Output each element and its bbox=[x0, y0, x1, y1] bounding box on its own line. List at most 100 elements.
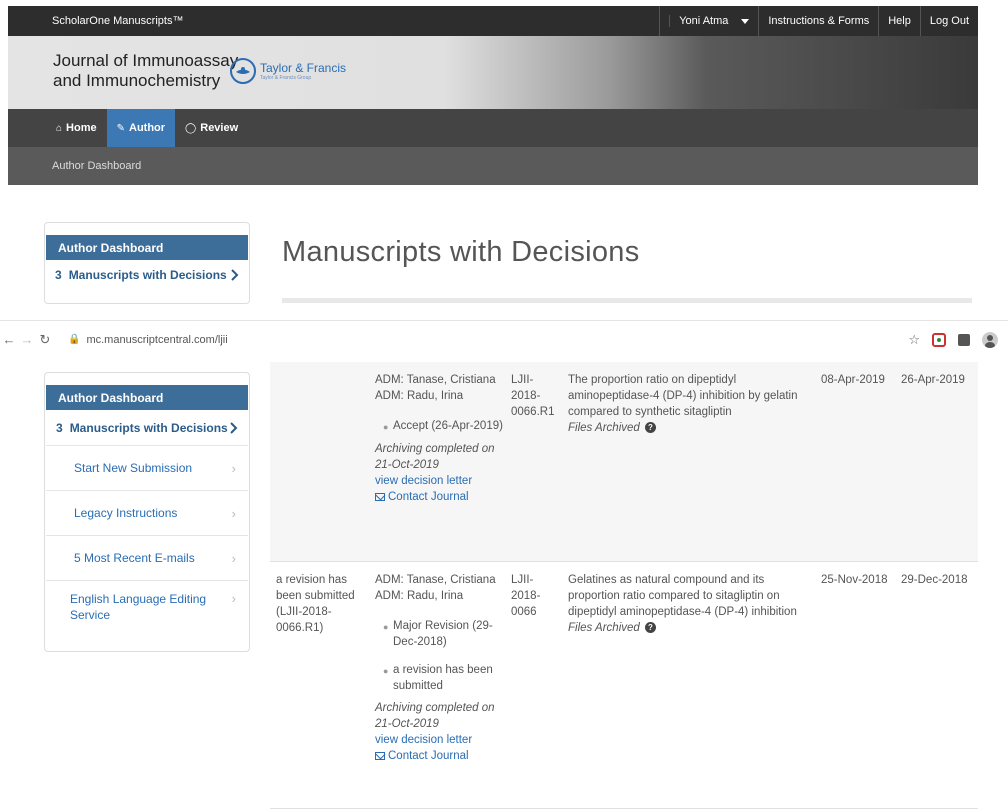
view-decision-letter-link[interactable]: view decision letter bbox=[375, 732, 505, 748]
instructions-link[interactable]: Instructions & Forms bbox=[758, 6, 878, 36]
publisher-logo-icon bbox=[230, 58, 256, 84]
sidebar-heading: Author Dashboard bbox=[46, 235, 248, 260]
info-cell: ADM: Tanase, Cristiana ADM: Radu, Irina … bbox=[375, 572, 505, 764]
user-menu[interactable]: Yoni Atma bbox=[659, 6, 758, 36]
address-bar[interactable]: mc.manuscriptcentral.com/ljii bbox=[86, 334, 227, 346]
decision-item: ● Accept (26-Apr-2019) bbox=[383, 418, 505, 435]
chevron-right-icon: › bbox=[231, 505, 236, 521]
table-row: a revision has been submitted (LJII-2018… bbox=[270, 562, 978, 809]
top-bar: ScholarOne Manuscripts™ Yoni Atma Instru… bbox=[8, 6, 978, 36]
browser-toolbar: ← → ↻ 🔒 mc.manuscriptcentral.com/ljii ☆ bbox=[0, 320, 1008, 358]
submitted-date: 08-Apr-2019 bbox=[821, 374, 885, 386]
bullet-icon: ● bbox=[383, 422, 389, 432]
chevron-down-icon bbox=[741, 18, 750, 24]
admin-name: ADM: Tanase, Cristiana bbox=[375, 374, 496, 386]
files-archived-label: Files Archived bbox=[568, 622, 640, 634]
journal-title-line1: Journal of Immunoassay bbox=[53, 51, 239, 70]
admin-name: ADM: Radu, Irina bbox=[375, 390, 464, 402]
sidebar-item-count: 3 bbox=[55, 268, 62, 282]
manuscript-title: The proportion ratio on dipeptidyl amino… bbox=[568, 374, 798, 418]
sidebar-item-manuscripts-with-decisions[interactable]: 3 Manuscripts with Decisions bbox=[45, 260, 249, 290]
title-cell: Gelatines as natural compound and its pr… bbox=[568, 572, 808, 636]
decisioned-date: 26-Apr-2019 bbox=[901, 374, 965, 386]
decision-text: a revision has been submitted bbox=[393, 664, 493, 692]
top-bar-menu: Yoni Atma Instructions & Forms Help Log … bbox=[659, 6, 978, 36]
profile-avatar-icon[interactable] bbox=[982, 331, 998, 348]
manuscript-id: LJII-2018-0066 bbox=[511, 574, 541, 618]
decision-item: ● Major Revision (29-Dec-2018) bbox=[383, 618, 505, 650]
sidebar-item-recent-emails[interactable]: 5 Most Recent E-mails › bbox=[46, 536, 248, 581]
title-divider bbox=[282, 298, 972, 303]
admin-name: ADM: Radu, Irina bbox=[375, 590, 464, 602]
lock-icon[interactable]: 🔒 bbox=[68, 334, 80, 345]
question-icon[interactable]: ? bbox=[645, 622, 656, 634]
files-archived: Files Archived ? bbox=[568, 420, 808, 436]
sidebar-item-manuscripts-with-decisions[interactable]: 3 Manuscripts with Decisions bbox=[46, 410, 248, 446]
chevron-right-icon bbox=[230, 421, 238, 434]
sidebar-item-count: 3 bbox=[56, 420, 63, 435]
admin-name: ADM: Tanase, Cristiana bbox=[375, 574, 496, 586]
page-title: Manuscripts with Decisions bbox=[282, 236, 640, 268]
nav-author-label: Author bbox=[129, 122, 166, 134]
question-icon[interactable]: ? bbox=[645, 422, 656, 434]
files-archived-label: Files Archived bbox=[568, 422, 640, 434]
decision-item: ● a revision has been submitted bbox=[383, 662, 505, 694]
reload-icon[interactable]: ↻ bbox=[36, 332, 54, 348]
nav-review[interactable]: ◯ Review bbox=[175, 109, 248, 147]
nav-author[interactable]: ✎ Author bbox=[106, 109, 176, 147]
sidebar-link-label: Legacy Instructions bbox=[74, 506, 178, 520]
breadcrumb: Author Dashboard bbox=[8, 147, 978, 185]
comment-icon: ◯ bbox=[185, 122, 197, 134]
manuscript-id: LJII-2018-0066.R1 bbox=[511, 374, 555, 418]
sidebar-item-english-editing[interactable]: English Language Editing Service › bbox=[46, 581, 248, 639]
nav-home-label: Home bbox=[66, 122, 97, 134]
decision-text: Major Revision (29-Dec-2018) bbox=[393, 620, 493, 648]
submitted-date: 25-Nov-2018 bbox=[821, 574, 888, 586]
archiving-note: Archiving completed on 21-Oct-2019 bbox=[375, 443, 495, 471]
sidebar-link-label: Start New Submission bbox=[74, 461, 193, 475]
journal-banner: Journal of Immunoassay and Immunochemist… bbox=[8, 36, 978, 109]
contact-journal-link[interactable]: Contact Journal bbox=[375, 748, 505, 764]
journal-title-line2: and Immunochemistry bbox=[53, 71, 221, 90]
logout-link[interactable]: Log Out bbox=[919, 6, 978, 36]
chevron-right-icon bbox=[231, 269, 239, 281]
info-cell: ADM: Tanase, Cristiana ADM: Radu, Irina … bbox=[375, 372, 505, 505]
sidebar: Author Dashboard 3 Manuscripts with Deci… bbox=[44, 372, 250, 652]
files-archived: Files Archived ? bbox=[568, 620, 808, 636]
manuscript-title: Gelatines as natural compound and its pr… bbox=[568, 574, 797, 618]
journal-title[interactable]: Journal of Immunoassay and Immunochemist… bbox=[53, 51, 238, 91]
nav-home[interactable]: ⌂ Home bbox=[8, 109, 107, 147]
manuscripts-table: ADM: Tanase, Cristiana ADM: Radu, Irina … bbox=[270, 362, 978, 809]
view-decision-letter-link[interactable]: view decision letter bbox=[375, 473, 505, 489]
publisher-subtitle: Taylor & Francis Group bbox=[260, 74, 312, 81]
archiving-note: Archiving completed on 21-Oct-2019 bbox=[375, 702, 495, 730]
help-link[interactable]: Help bbox=[878, 6, 920, 36]
extensions-puzzle-icon[interactable] bbox=[958, 333, 970, 346]
decisioned-date: 29-Dec-2018 bbox=[901, 574, 968, 586]
chevron-right-icon: › bbox=[231, 591, 236, 606]
forward-icon[interactable]: → bbox=[18, 332, 36, 347]
status-cell: a revision has been submitted (LJII-2018… bbox=[276, 574, 355, 634]
sidebar-item-label: Manuscripts with Decisions bbox=[68, 268, 227, 282]
table-row: ADM: Tanase, Cristiana ADM: Radu, Irina … bbox=[270, 362, 978, 562]
title-cell: The proportion ratio on dipeptidyl amino… bbox=[568, 372, 808, 436]
user-name: Yoni Atma bbox=[669, 15, 737, 27]
breadcrumb-author-dashboard[interactable]: Author Dashboard bbox=[52, 160, 141, 172]
contact-journal-label: Contact Journal bbox=[388, 750, 469, 762]
pencil-icon: ✎ bbox=[116, 122, 125, 134]
envelope-icon bbox=[375, 752, 385, 760]
chevron-right-icon: › bbox=[231, 550, 236, 566]
sidebar-item-start-new-submission[interactable]: Start New Submission › bbox=[46, 446, 248, 491]
sidebar-heading: Author Dashboard bbox=[46, 385, 248, 410]
back-icon[interactable]: ← bbox=[0, 332, 18, 347]
publisher-logo: Taylor & Francis Taylor & Francis Group bbox=[230, 58, 346, 84]
extension-shield-icon[interactable] bbox=[932, 332, 946, 347]
sidebar-item-legacy-instructions[interactable]: Legacy Instructions › bbox=[46, 491, 248, 536]
contact-journal-link[interactable]: Contact Journal bbox=[375, 489, 505, 505]
publisher-name: Taylor & Francis bbox=[260, 60, 347, 75]
main-nav: ⌂ Home ✎ Author ◯ Review bbox=[8, 109, 978, 147]
bullet-icon: ● bbox=[383, 622, 389, 632]
bookmark-star-icon[interactable]: ☆ bbox=[908, 332, 920, 348]
envelope-icon bbox=[375, 493, 385, 501]
brand-name: ScholarOne Manuscripts™ bbox=[52, 15, 184, 27]
